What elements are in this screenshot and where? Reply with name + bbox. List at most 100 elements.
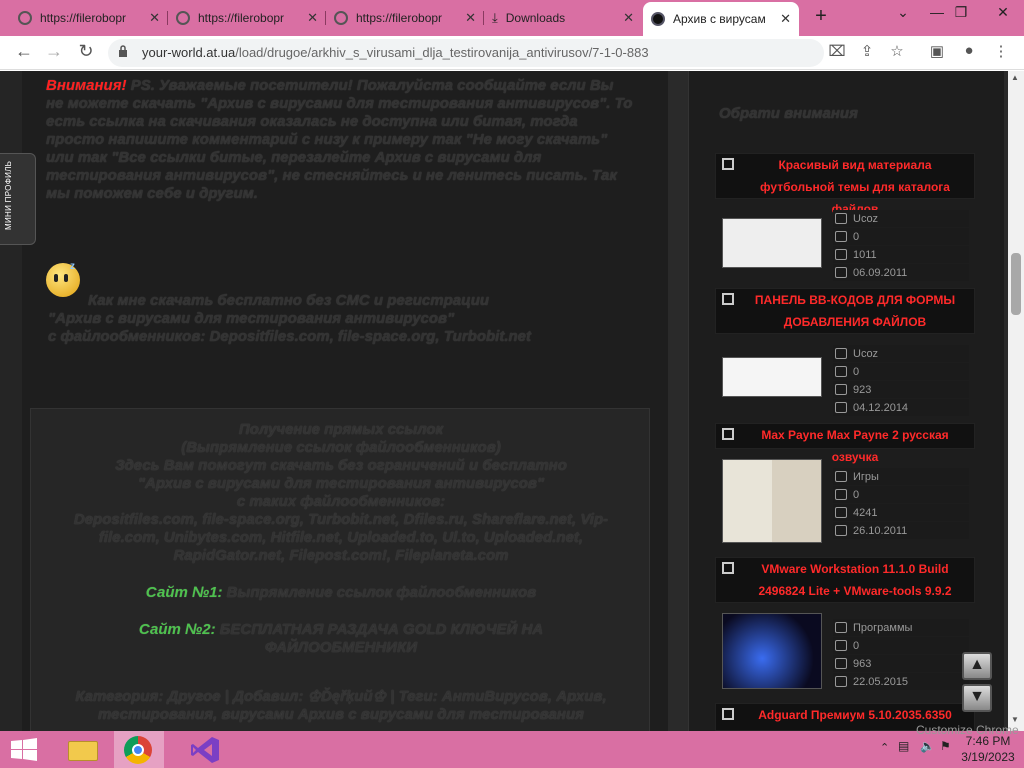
folder-icon [835,622,847,633]
visual-studio-icon[interactable] [180,731,230,768]
close-tab-icon[interactable]: ✕ [780,11,791,27]
item-views: 923 [853,383,872,396]
calendar-icon [835,525,847,536]
folder-icon [835,471,847,482]
tray-chevron-icon[interactable]: ⌃ [880,741,889,754]
item-thumbnail[interactable] [722,357,822,397]
tab-label: Архив с вирусам [673,12,766,26]
box-line: Здесь Вам помогут скачать без ограничени… [115,457,567,474]
item-thumbnail[interactable] [722,459,822,543]
forward-arrow-icon[interactable]: → [42,41,66,62]
category-text: Категория: Другое | Добавил: ♔Ďęřķий♔ | … [75,688,607,705]
item-category[interactable]: Программы [853,622,912,634]
scroll-up-arrow-icon[interactable]: ▲ [1011,73,1019,82]
category-line: Категория: Другое | Добавил: ♔Ďęřķий♔ | … [31,688,651,724]
windows-start-icon[interactable] [10,738,38,762]
item-title[interactable]: ПАНЕЛЬ BB-КОДОВ ДЛЯ ФОРМЫ ДОБАВЛЕНИЯ ФАЙ… [755,293,955,329]
translate-icon[interactable]: ⌧ [826,42,848,60]
tab-2[interactable]: https://filerobopr ✕ [168,3,326,33]
globe-icon [18,11,32,25]
howto-block: Как мне скачать бесплатно без СМС и реги… [48,292,638,346]
page-scrollbar[interactable]: ▲ ▼ [1008,71,1024,731]
views-icon [835,507,847,518]
new-tab-plus-icon[interactable]: + [808,5,834,28]
scrollbar-thumb[interactable] [1011,253,1021,315]
reload-icon[interactable]: ↻ [74,41,98,62]
item-meta: Программы 0 963 22.05.2015 [833,619,969,691]
item-category[interactable]: Ucoz [853,213,878,225]
bookmark-star-icon[interactable]: ☆ [886,42,908,60]
item-title[interactable]: VMware Workstation 11.1.0 Build 2496824 … [758,562,951,598]
network-icon[interactable]: ▤ [898,739,909,753]
item-views: 963 [853,657,872,670]
views-icon [835,249,847,260]
close-tab-icon[interactable]: ✕ [623,10,634,26]
item-date: 22.05.2015 [853,675,909,688]
menu-kebab-icon[interactable]: ⋮ [990,42,1012,60]
browser-titlebar: https://filerobopr ✕ https://filerobopr … [0,0,1024,36]
volume-icon[interactable]: 🔈 [920,739,935,753]
sidebar-item-title[interactable]: Max Payne Max Payne 2 русская озвучка [715,423,975,464]
item-meta: Ucoz 0 1011 06.09.2011 [833,210,969,282]
tab-1[interactable]: https://filerobopr ✕ [10,3,168,33]
tab-3[interactable]: https://filerobopr ✕ [326,3,484,33]
calendar-icon [835,676,847,687]
category-text-2: тестирования, вирусами Архив с вирусами … [98,706,584,723]
profile-avatar-icon[interactable]: ● [958,42,980,59]
item-category[interactable]: Игры [853,471,879,483]
item-title[interactable]: Красивый вид материала футбольной темы д… [760,158,950,216]
sleep-bubble-icon: z [70,261,75,272]
howto-line: Как мне скачать бесплатно без СМС и реги… [88,292,490,309]
side-panel-icon[interactable]: ▣ [926,42,948,60]
item-thumbnail[interactable] [722,613,822,689]
file-explorer-icon[interactable] [58,731,108,768]
item-comments: 0 [853,639,860,652]
item-thumbnail[interactable] [722,218,822,268]
scroll-up-button[interactable]: ▲ [962,652,992,680]
edit-icon [722,158,734,170]
direct-links-box: Получение прямых ссылок (Выпрямление ссы… [30,408,650,731]
tab-active[interactable]: Архив с вирусам ✕ [643,2,799,36]
download-icon: ⤓ [492,10,498,25]
mini-profile-tab[interactable]: МИНИ ПРОФИЛЬ [0,153,36,245]
item-title[interactable]: Adguard Премиум 5.10.2035.6350 [758,708,952,722]
tab-search-chevron-icon[interactable]: ⌄ [888,4,918,21]
back-arrow-icon[interactable]: ← [12,41,36,62]
site2-text-2: ФАЙЛООБМЕННИКИ [265,639,417,656]
close-tab-icon[interactable]: ✕ [307,10,318,26]
chrome-icon[interactable] [114,731,164,768]
item-category[interactable]: Ucoz [853,348,878,360]
sidebar-item-title[interactable]: VMware Workstation 11.1.0 Build 2496824 … [715,557,975,603]
site-favicon-icon [651,12,665,26]
box-line: "Архив с вирусами для тестирования антив… [137,475,545,492]
tab-label: Downloads [505,11,566,25]
url-path: /load/drugoe/arkhiv_s_virusami_dlja_test… [235,45,649,60]
sidebar-item-title[interactable]: Красивый вид материала футбольной темы д… [715,153,975,216]
comment-icon [835,640,847,651]
site1-label: Сайт №1: [145,584,223,601]
close-window-icon[interactable]: ✕ [988,4,1018,21]
address-bar[interactable]: your-world.at.ua/load/drugoe/arkhiv_s_vi… [108,39,824,67]
item-views: 1011 [853,248,877,261]
warning-text: PS. Уважаемые посетители! Пожалуйста соо… [46,77,633,202]
folder-icon [835,213,847,224]
close-tab-icon[interactable]: ✕ [465,10,476,26]
item-comments: 0 [853,230,860,243]
url-text: your-world.at.ua/load/drugoe/arkhiv_s_vi… [142,45,649,60]
edit-icon [722,562,734,574]
comment-icon [835,489,847,500]
restore-icon[interactable]: ❐ [946,4,976,21]
calendar-icon [835,402,847,413]
scroll-down-button[interactable]: ▼ [962,684,992,712]
sidebar-item-title[interactable]: ПАНЕЛЬ BB-КОДОВ ДЛЯ ФОРМЫ ДОБАВЛЕНИЯ ФАЙ… [715,288,975,334]
web-page: МИНИ ПРОФИЛЬ Внимания! PS. Уважаемые пос… [0,71,1008,731]
flag-icon[interactable]: ⚑ [940,739,951,753]
share-icon[interactable]: ⇪ [856,42,878,60]
close-tab-icon[interactable]: ✕ [149,10,160,26]
site1-link[interactable]: Сайт №1: Выпрямление ссылок файлообменни… [31,584,651,602]
system-clock[interactable]: 7:46 PM 3/19/2023 [958,733,1018,765]
sidebar-heading: Обрати внимания [719,105,858,122]
box-line: Получение прямых ссылок [238,421,444,438]
tab-downloads[interactable]: ⤓ Downloads ✕ [484,3,642,33]
site2-link[interactable]: Сайт №2: БЕСПЛАТНАЯ РАЗДАЧА GOLD КЛЮЧЕЙ … [31,621,651,657]
